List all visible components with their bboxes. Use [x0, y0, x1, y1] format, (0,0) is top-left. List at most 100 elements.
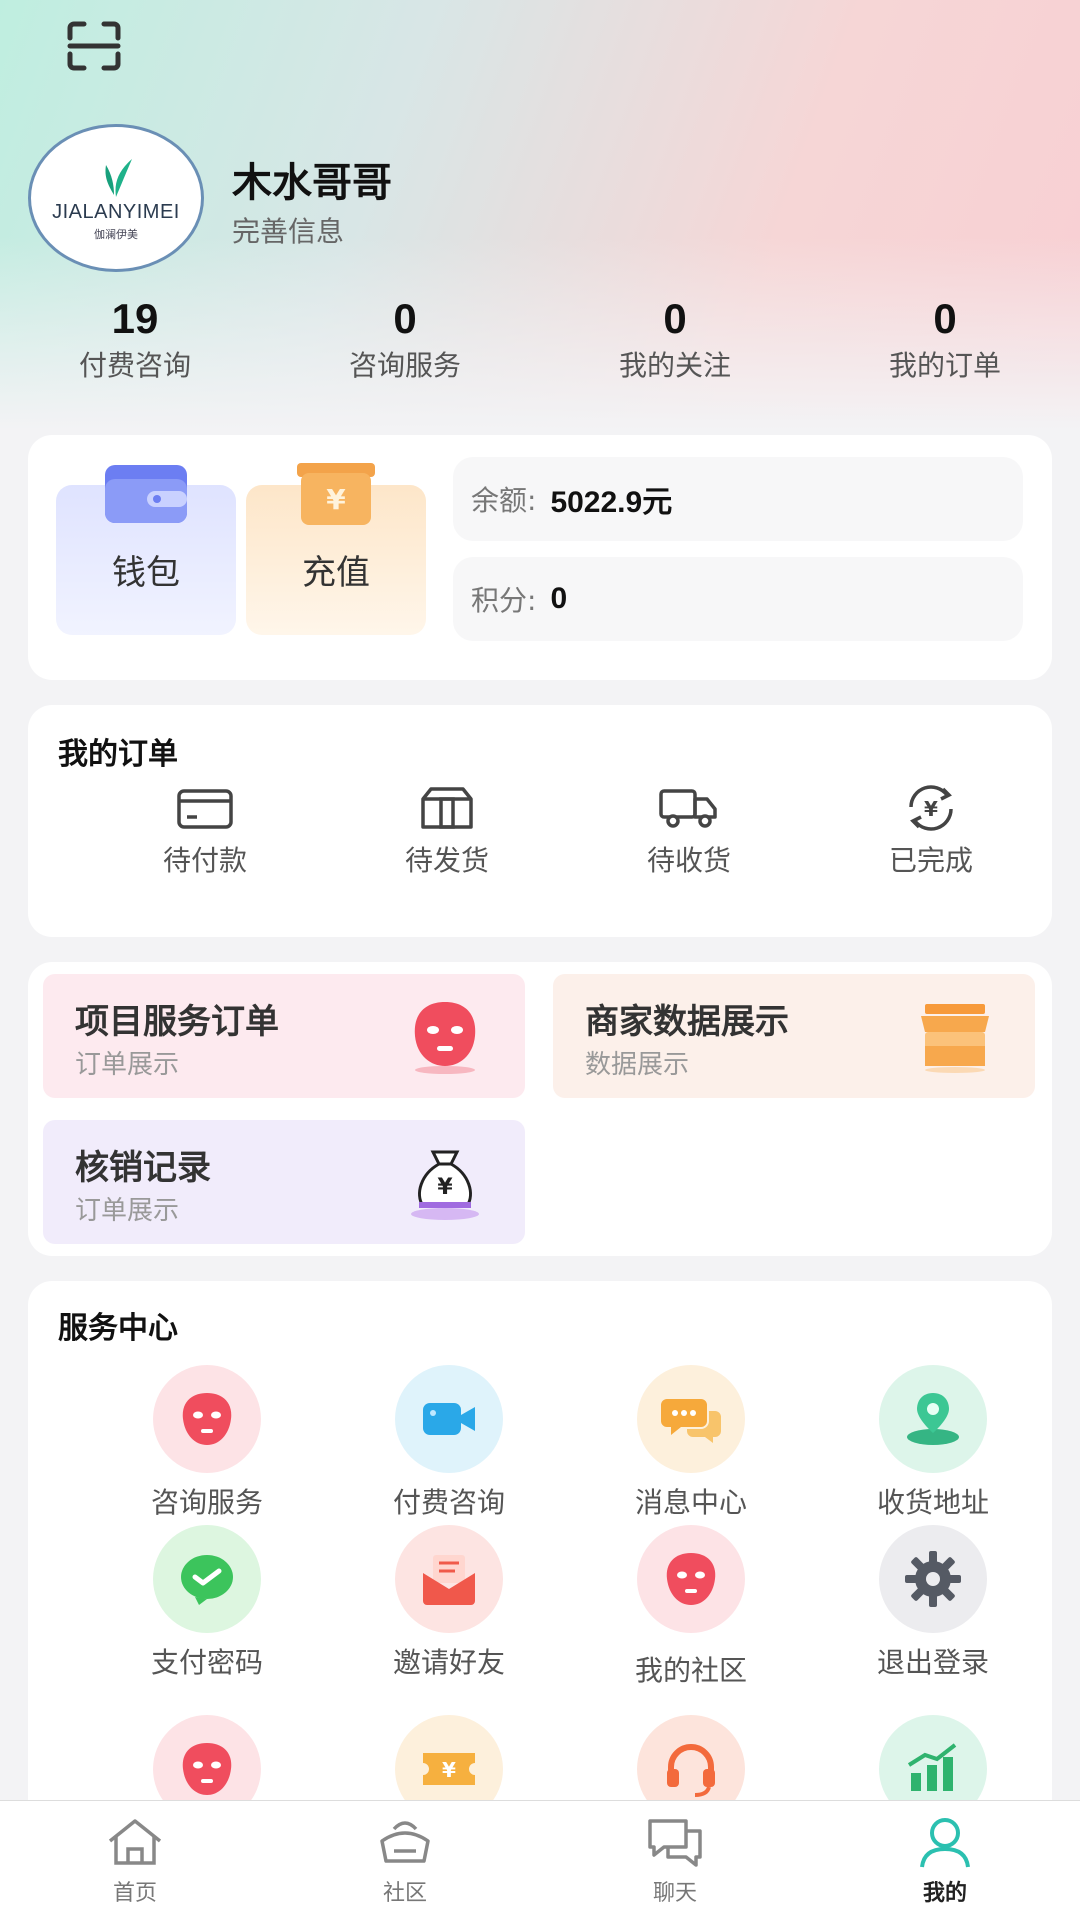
service-logout[interactable]: 退出登录: [812, 1525, 1054, 1681]
avatar-brand: JIALANYIMEI: [52, 200, 180, 223]
wallet-label: 钱包: [112, 553, 180, 593]
project-service-orders-tile[interactable]: 项目服务订单 订单展示: [43, 974, 525, 1098]
balance-key: 余额:: [471, 484, 537, 517]
order-item-label: 已完成: [888, 844, 973, 877]
face-mask-icon: [414, 1002, 476, 1074]
service-label: 消息中心: [634, 1486, 747, 1519]
home-icon: [108, 1819, 162, 1865]
location-icon: [907, 1393, 959, 1445]
order-status-row: 待付款 待发货 待收货 ¥ 已完成: [28, 785, 1052, 879]
stat-label: 咨询服务: [348, 349, 461, 382]
service-label: 退出登录: [876, 1646, 989, 1679]
feature-title: 核销记录: [75, 1148, 211, 1188]
stats-row: 19 付费咨询 0 咨询服务 0 我的关注 0 我的订单: [0, 294, 1080, 394]
service-label: 付费咨询: [392, 1486, 505, 1519]
feature-title: 商家数据展示: [585, 1002, 789, 1042]
svg-text:¥: ¥: [437, 1175, 453, 1200]
order-item-label: 待收货: [646, 844, 731, 877]
features-card: 项目服务订单 订单展示 商家数据展示 数据展示 核销记录 订单展示 ¥: [28, 962, 1052, 1256]
chat-bubbles-icon: [661, 1399, 721, 1443]
service-icon-wrap: [395, 1365, 503, 1473]
points-value: 0: [550, 582, 568, 615]
service-icon-wrap: [637, 1365, 745, 1473]
box-icon: [421, 787, 473, 829]
service-consult[interactable]: 咨询服务: [86, 1365, 328, 1521]
service-messages[interactable]: 消息中心: [570, 1365, 812, 1521]
yuan-refresh-icon: ¥: [909, 785, 953, 831]
service-icon-wrap: [879, 1525, 987, 1633]
service-label: 我的社区: [634, 1654, 747, 1687]
order-pending-shipment[interactable]: 待发货: [326, 785, 568, 879]
feature-subtitle: 订单展示: [75, 1196, 180, 1226]
stat-value: 0: [393, 295, 417, 342]
service-address[interactable]: 收货地址: [812, 1365, 1054, 1521]
scan-icon[interactable]: [66, 20, 122, 72]
truck-icon: [659, 789, 717, 828]
bottom-tab-bar: 首页 社区 聊天 我的: [0, 1800, 1080, 1920]
video-camera-icon: [423, 1403, 475, 1435]
tab-label: 首页: [112, 1881, 157, 1906]
merchant-data-tile[interactable]: 商家数据展示 数据展示: [553, 974, 1035, 1098]
chat-icon: [648, 1819, 702, 1867]
stat-label: 我的订单: [888, 349, 1001, 382]
svg-text:¥: ¥: [326, 483, 346, 516]
bar-chart-icon: [907, 1743, 957, 1791]
service-icon-wrap: [395, 1525, 503, 1633]
feature-subtitle: 订单展示: [75, 1050, 180, 1080]
points-row[interactable]: 积分: 0: [453, 557, 1023, 641]
service-my-community[interactable]: 我的社区: [570, 1525, 812, 1689]
tab-community[interactable]: 社区: [270, 1801, 540, 1920]
tab-mine[interactable]: 我的: [810, 1801, 1080, 1920]
service-icon-wrap: [637, 1525, 745, 1633]
tab-home[interactable]: 首页: [0, 1801, 270, 1920]
order-item-label: 待付款: [162, 844, 247, 877]
stat-label: 我的关注: [618, 349, 731, 382]
service-icon-wrap: [153, 1365, 261, 1473]
money-bag-icon: ¥: [411, 1150, 479, 1220]
stat-my-orders[interactable]: 0 我的订单: [810, 294, 1080, 394]
service-label: 支付密码: [150, 1646, 263, 1679]
verification-records-tile[interactable]: 核销记录 订单展示 ¥: [43, 1120, 525, 1244]
complete-info-link[interactable]: 完善信息: [232, 210, 344, 250]
community-icon: [380, 1821, 430, 1863]
avatar-brand-sub: 伽澜伊美: [94, 227, 138, 241]
gear-icon: [905, 1551, 961, 1607]
feature-subtitle: 数据展示: [585, 1050, 690, 1080]
stat-following[interactable]: 0 我的关注: [540, 294, 810, 394]
check-bubble-icon: [181, 1555, 233, 1605]
wallet-button[interactable]: 钱包: [56, 465, 236, 635]
stat-paid-consult[interactable]: 19 付费咨询: [0, 294, 270, 394]
service-invite-friends[interactable]: 邀请好友: [328, 1525, 570, 1681]
stat-value: 0: [933, 295, 957, 342]
balance-row[interactable]: 余额: 5022.9元: [453, 457, 1023, 541]
stat-value: 0: [663, 295, 687, 342]
stat-consult-service[interactable]: 0 咨询服务: [270, 294, 540, 394]
avatar[interactable]: JIALANYIMEI 伽澜伊美: [28, 124, 204, 272]
order-pending-payment[interactable]: 待付款: [84, 785, 326, 879]
tab-label: 我的: [922, 1881, 967, 1906]
face-mask-icon: [182, 1393, 232, 1445]
my-orders-card: 我的订单 待付款 待发货 待收货 ¥ 已完成: [28, 705, 1052, 937]
service-paid-consult[interactable]: 付费咨询: [328, 1365, 570, 1521]
order-completed[interactable]: ¥ 已完成: [810, 785, 1052, 879]
service-label: 收货地址: [876, 1486, 989, 1519]
recharge-button[interactable]: ¥ 充值: [246, 463, 426, 635]
tab-label: 聊天: [652, 1881, 697, 1906]
balance-value: 5022.9元: [550, 486, 673, 519]
service-icon-wrap: [153, 1525, 261, 1633]
wallet-card: 钱包 ¥ 充值 余额: 5022.9元 积分: 0: [28, 435, 1052, 680]
headset-icon: [667, 1744, 715, 1797]
svg-text:¥: ¥: [924, 797, 938, 821]
service-icon-wrap: [879, 1365, 987, 1473]
face-mask-icon: [182, 1743, 232, 1795]
shop-icon: [921, 1004, 989, 1073]
stat-value: 19: [111, 295, 159, 342]
card-icon: [177, 789, 233, 829]
leaf-logo-icon: [105, 158, 132, 197]
recharge-label: 充值: [302, 553, 370, 593]
service-label: 咨询服务: [150, 1486, 263, 1519]
tab-chat[interactable]: 聊天: [540, 1801, 810, 1920]
order-pending-receipt[interactable]: 待收货: [568, 785, 810, 879]
ticket-icon: ¥: [423, 1753, 475, 1785]
service-pay-password[interactable]: 支付密码: [86, 1525, 328, 1681]
